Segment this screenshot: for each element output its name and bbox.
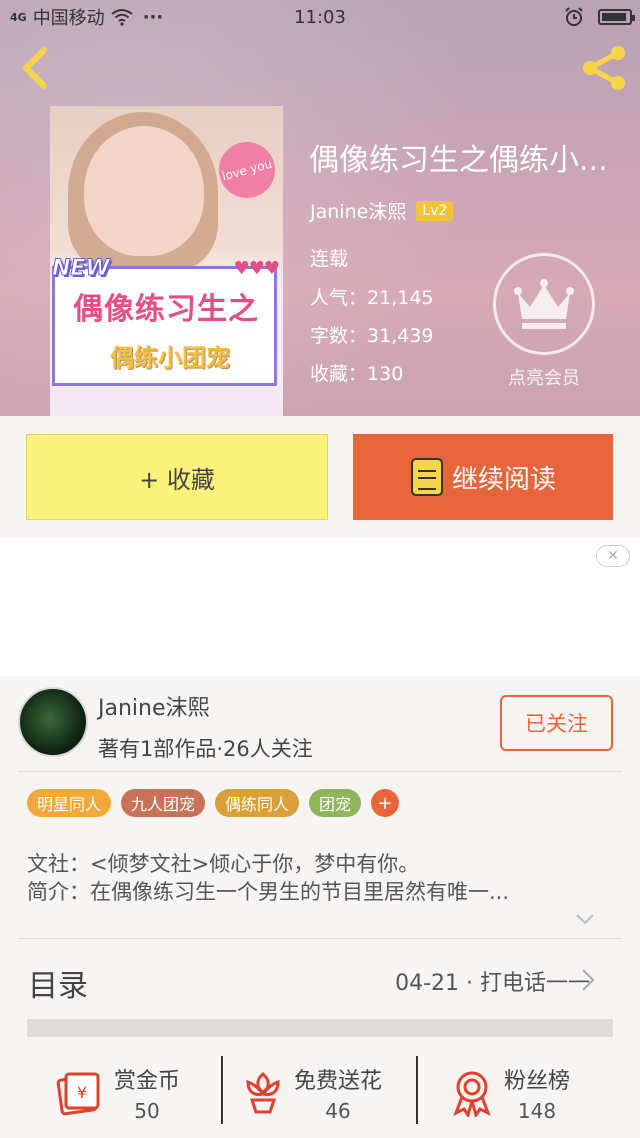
society-text: 文社：<倾梦文社>倾心于你，梦中有你。	[27, 852, 420, 876]
book-title: 偶像练习生之偶练小...	[309, 143, 608, 178]
add-favorite-button[interactable]: + 收藏	[26, 434, 328, 520]
alarm-icon	[565, 7, 583, 26]
svg-text:¥: ¥	[77, 1083, 87, 1102]
reward-coins-count: 50	[134, 1099, 160, 1123]
book-author-name: Janine沫熙	[310, 201, 407, 223]
book-popularity: 人气：21,145	[310, 283, 434, 310]
tag-list: 明星同人 九人团宠 偶练同人 团宠 +	[27, 789, 400, 817]
tag-item[interactable]: 九人团宠	[121, 789, 206, 817]
divider	[18, 771, 622, 772]
cover-new-badge: NEW	[52, 256, 111, 282]
favorites-label: 收藏：	[310, 363, 368, 385]
book-icon	[410, 458, 443, 496]
fan-ranking-label: 粉丝榜	[504, 1069, 571, 1094]
back-icon[interactable]	[14, 42, 58, 94]
send-flower-label: 免费送花	[294, 1069, 383, 1094]
continue-reading-label: 继续阅读	[451, 464, 556, 495]
author-stats: 著有1部作品·26人关注	[98, 737, 313, 761]
divider	[18, 938, 622, 939]
vip-label[interactable]: 点亮会员	[482, 364, 606, 390]
cover-heart-balloon: love you	[212, 135, 282, 205]
book-status: 连载	[310, 248, 349, 270]
crown-icon	[514, 279, 574, 329]
book-cover[interactable]: love you NEW ♥♥♥ 偶像练习生之 偶练小团宠	[50, 106, 283, 416]
more-dots: ···	[142, 6, 164, 28]
favorites-value: 130	[367, 363, 404, 385]
cover-hearts: ♥♥♥	[233, 258, 280, 279]
signal-indicator: 4G	[10, 10, 27, 24]
battery-icon	[598, 9, 635, 25]
share-icon[interactable]	[578, 42, 630, 94]
fan-ranking-button[interactable]: 粉丝榜 148	[450, 1058, 570, 1128]
latest-chapter: 04-21 · 打电话一一	[395, 971, 590, 996]
level-badge: Lv2	[416, 200, 454, 221]
words-label: 字数：	[310, 325, 368, 347]
status-bar: 4G 中国移动 ··· 11:03	[0, 0, 640, 34]
toc-title: 目录	[28, 969, 88, 1004]
ribbon-icon	[453, 1071, 491, 1117]
book-word-count: 字数：31,439	[310, 321, 434, 348]
divider	[416, 1056, 418, 1124]
chevron-down-icon[interactable]	[574, 908, 596, 930]
ad-banner	[0, 538, 640, 676]
book-author-line[interactable]: Janine沫熙 Lv2	[310, 197, 454, 224]
tag-item[interactable]: 偶练同人	[215, 789, 300, 817]
reward-coins-label: 赏金币	[114, 1069, 181, 1094]
section-separator	[27, 1019, 613, 1037]
tag-item[interactable]: 明星同人	[27, 789, 112, 817]
author-name[interactable]: Janine沫熙	[98, 690, 210, 722]
add-tag-button[interactable]: +	[371, 789, 400, 817]
carrier-label: 中国移动	[32, 8, 105, 29]
book-favorites: 收藏：130	[310, 359, 403, 386]
send-flower-count: 46	[325, 1099, 351, 1123]
follow-button[interactable]: 已关注	[500, 695, 613, 751]
popularity-value: 21,145	[367, 287, 434, 309]
continue-reading-button[interactable]: 继续阅读	[353, 434, 613, 520]
fan-ranking-count: 148	[517, 1099, 557, 1123]
coin-envelope-icon: ¥	[56, 1072, 100, 1116]
reward-coins-button[interactable]: ¥ 赏金币 50	[56, 1058, 180, 1128]
divider	[221, 1056, 223, 1124]
cover-face	[84, 126, 204, 256]
flower-icon	[246, 1072, 280, 1114]
send-flower-button[interactable]: 免费送花 46	[242, 1058, 382, 1128]
popularity-label: 人气：	[310, 287, 368, 309]
cover-title-line2: 偶练小团宠	[110, 344, 230, 372]
intro-text: 简介：在偶像练习生一个男生的节目里居然有唯一...	[27, 880, 510, 904]
words-value: 31,439	[367, 325, 434, 347]
chevron-right-icon	[582, 969, 595, 991]
wifi-icon	[111, 9, 133, 26]
ad-close-button[interactable]: ✕	[596, 545, 630, 567]
tag-item[interactable]: 团宠	[309, 789, 362, 817]
vip-button[interactable]	[493, 253, 595, 355]
status-time: 11:03	[294, 6, 346, 28]
cover-title-line1: 偶像练习生之	[73, 292, 259, 327]
author-avatar[interactable]	[18, 687, 88, 757]
